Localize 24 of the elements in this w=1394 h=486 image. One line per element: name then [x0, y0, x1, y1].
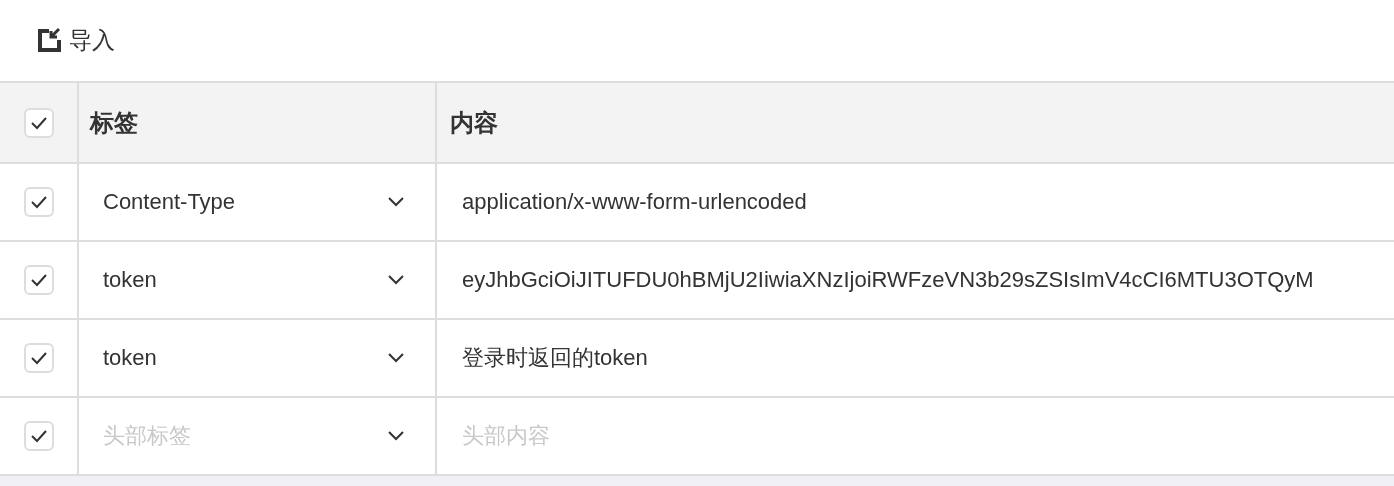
value-input[interactable]: application/x-www-form-urlencoded: [450, 182, 1394, 222]
chevron-down-icon: [388, 197, 404, 207]
key-input[interactable]: Content-Type: [103, 182, 388, 222]
check-icon: [29, 351, 48, 365]
key-input[interactable]: token: [103, 260, 388, 300]
column-header: 标签: [90, 107, 138, 138]
key-input[interactable]: token: [103, 338, 388, 378]
chevron-down-icon: [388, 431, 404, 441]
checkbox[interactable]: [23, 107, 54, 138]
import-icon: [37, 26, 63, 55]
check-icon: [29, 195, 48, 209]
value-input[interactable]: eyJhbGciOiJITUFDU0hBMjU2IiwiaXNzIjoiRWFzeVN3b29sZSIsImV4cCI6MTU3OTQyM: [450, 260, 1394, 300]
column-header: 内容: [450, 107, 498, 138]
chevron-down-icon: [388, 275, 404, 285]
checkbox[interactable]: [23, 421, 54, 451]
checkbox[interactable]: [23, 187, 54, 217]
chevron-down-icon: [388, 353, 404, 363]
import-button[interactable]: 导入: [37, 25, 115, 56]
checkbox[interactable]: [23, 265, 54, 295]
check-icon: [29, 429, 48, 443]
check-icon: [29, 273, 48, 287]
value-input[interactable]: 登录时返回的token: [450, 338, 1394, 378]
check-icon: [29, 115, 48, 130]
checkbox[interactable]: [23, 343, 54, 373]
